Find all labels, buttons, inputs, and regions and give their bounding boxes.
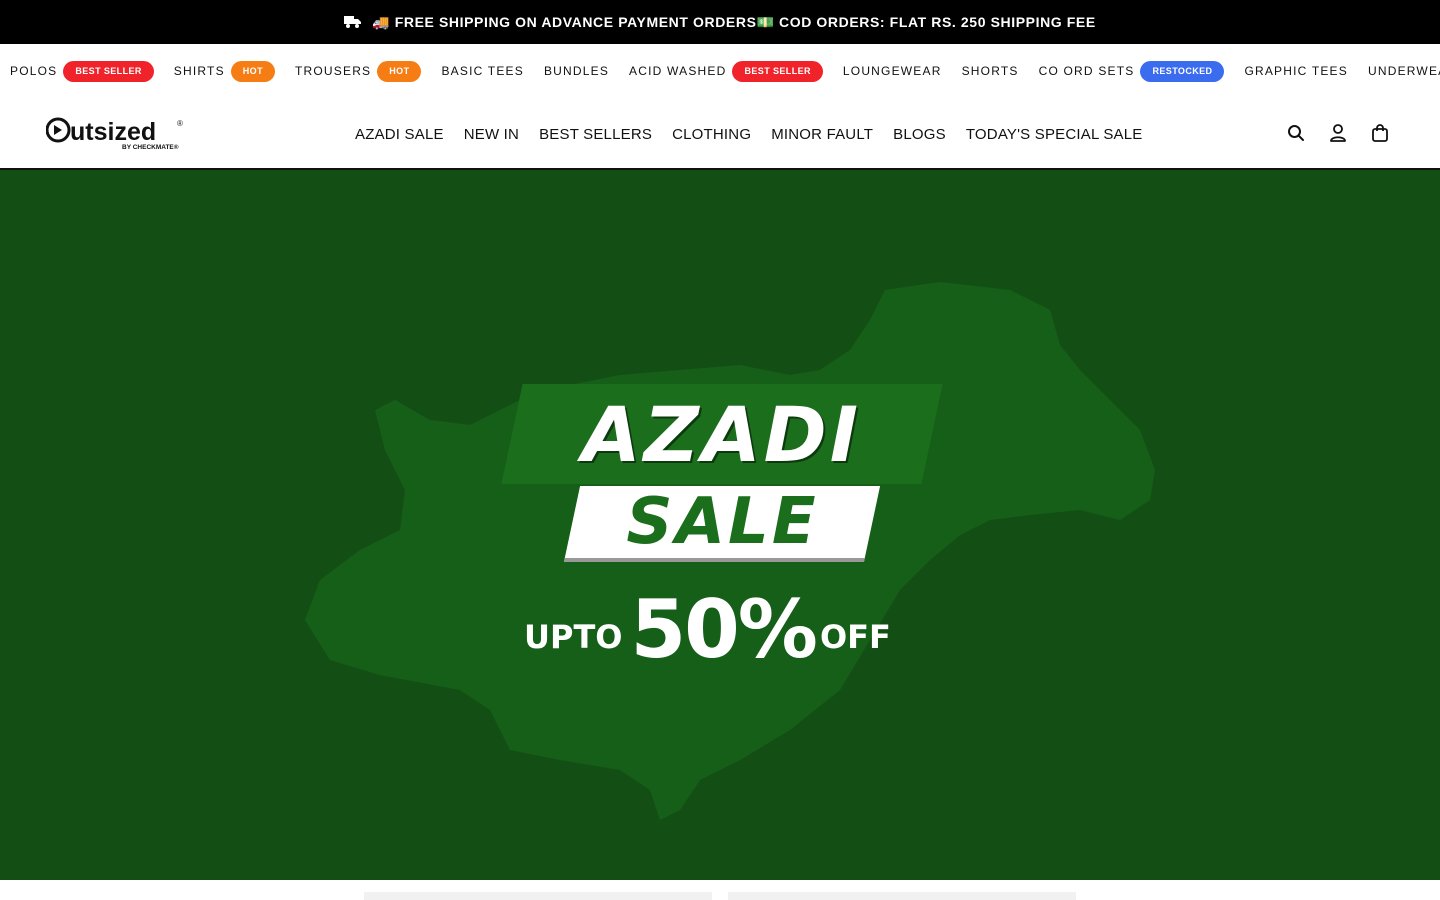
nav-clothing[interactable]: CLOTHING: [672, 126, 751, 143]
category-graphic-tees[interactable]: GRAPHIC TEES: [1244, 64, 1348, 78]
nav-azadi-sale[interactable]: AZADI SALE: [355, 126, 444, 143]
category-acid-washed[interactable]: ACID WASHED BEST SELLER: [629, 60, 823, 82]
category-badge: BEST SELLER: [63, 60, 154, 82]
hero-banner[interactable]: AZADI SALE UPTO 50% OFF: [0, 170, 1440, 880]
category-co-ord-sets[interactable]: CO ORD SETS RESTOCKED: [1038, 60, 1225, 82]
category-underwears[interactable]: UNDERWEARS: [1368, 64, 1440, 78]
nav-minor-fault[interactable]: MINOR FAULT: [771, 126, 873, 143]
search-icon[interactable]: [1286, 122, 1306, 144]
hero-offer: UPTO 50% OFF: [524, 590, 891, 670]
category-label: LOUNGEWEAR: [842, 64, 942, 78]
category-strip: POLOS BEST SELLER SHIRTS HOT TROUSERS HO…: [0, 44, 1440, 98]
category-label: UNDERWEARS: [1367, 64, 1440, 78]
hero-title: AZADI SALE: [500, 384, 943, 564]
logo-wordmark: utsized: [70, 118, 156, 146]
category-label: CO ORD SETS: [1038, 64, 1135, 78]
category-label: TROUSERS: [294, 64, 372, 78]
offer-prefix: UPTO: [524, 618, 623, 656]
hero-title-line2: SALE: [563, 485, 881, 562]
category-bundles[interactable]: BUNDLES: [544, 64, 609, 78]
account-icon[interactable]: [1328, 122, 1348, 144]
category-label: BASIC TEES: [441, 64, 524, 78]
announcement-bar: 🚚 FREE SHIPPING ON ADVANCE PAYMENT ORDER…: [0, 0, 1440, 44]
category-loungewear[interactable]: LOUNGEWEAR: [843, 64, 942, 78]
category-basic-tees[interactable]: BASIC TEES: [441, 64, 523, 78]
category-shorts[interactable]: SHORTS: [962, 64, 1019, 78]
announcement-text: 🚚 FREE SHIPPING ON ADVANCE PAYMENT ORDER…: [372, 13, 1096, 30]
logo-subtitle: BY CHECKMATE®: [122, 143, 179, 151]
main-nav: AZADI SALE NEW IN BEST SELLERS CLOTHING …: [355, 98, 1162, 170]
category-badge: RESTOCKED: [1140, 60, 1225, 82]
header-actions: [1286, 122, 1390, 144]
nav-new-in[interactable]: NEW IN: [464, 126, 519, 143]
category-label: SHIRTS: [173, 64, 225, 78]
brand-logo[interactable]: utsized ® BY CHECKMATE®: [46, 116, 186, 152]
category-label: SHORTS: [961, 64, 1019, 78]
category-badge: HOT: [230, 60, 275, 82]
truck-icon: [344, 15, 362, 29]
nav-best-sellers[interactable]: BEST SELLERS: [539, 126, 652, 143]
nav-blogs[interactable]: BLOGS: [893, 126, 946, 143]
category-label: GRAPHIC TEES: [1244, 64, 1348, 78]
category-shirts[interactable]: SHIRTS HOT: [173, 60, 275, 82]
category-label: POLOS: [10, 64, 58, 78]
logo-registered: ®: [177, 119, 183, 128]
category-trousers[interactable]: TROUSERS HOT: [294, 60, 422, 82]
cart-icon[interactable]: [1370, 122, 1390, 144]
category-label: ACID WASHED: [629, 64, 727, 78]
content-card-peek: [728, 892, 1076, 900]
content-card-peek: [364, 892, 712, 900]
offer-suffix: OFF: [819, 618, 891, 656]
category-badge: HOT: [377, 60, 422, 82]
hero-title-line1: AZADI: [501, 384, 943, 484]
category-label: BUNDLES: [543, 64, 610, 78]
nav-todays-special-sale[interactable]: TODAY'S SPECIAL SALE: [966, 126, 1143, 143]
site-header: utsized ® BY CHECKMATE® AZADI SALE NEW I…: [0, 98, 1440, 170]
category-badge: BEST SELLER: [732, 60, 823, 82]
category-polos[interactable]: POLOS BEST SELLER: [10, 60, 154, 82]
offer-value: 50%: [630, 583, 817, 676]
